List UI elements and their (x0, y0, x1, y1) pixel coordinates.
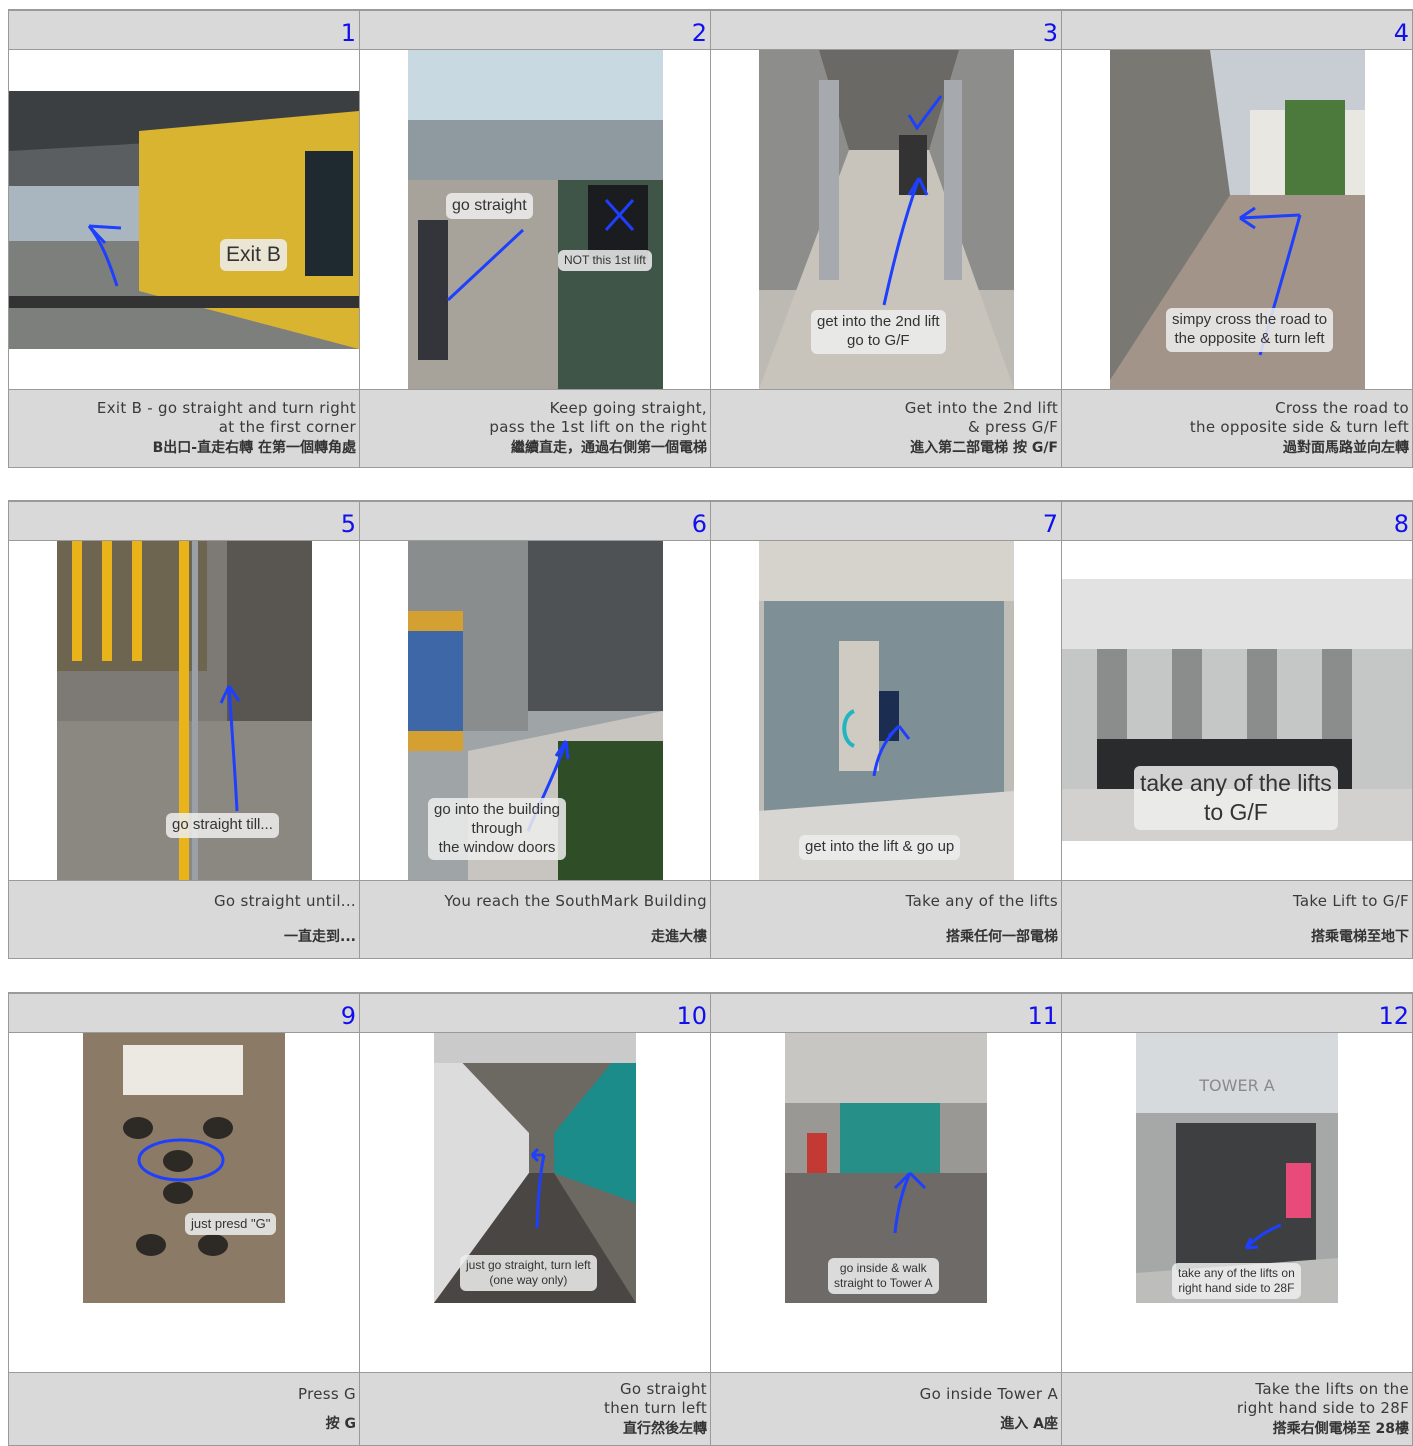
caption-english: Take the lifts on the right hand side to… (1236, 1379, 1409, 1417)
step-photo-cell: just go straight, turn left (one way onl… (359, 1032, 711, 1373)
photo-label: get into the 2nd lift go to G/F (811, 310, 946, 354)
step-number: 1 (8, 9, 360, 50)
step-photo-cell: go straight till... (8, 540, 360, 881)
caption-chinese: 過對面馬路並向左轉 (1283, 440, 1409, 456)
step-photo-cell: get into the lift & go up (710, 540, 1062, 881)
step-number: 4 (1061, 9, 1413, 50)
caption-chinese: 進入第二部電梯 按 G/F (910, 440, 1058, 456)
step-number: 2 (359, 9, 711, 50)
lift-panel-photo (83, 1033, 285, 1303)
step-photo-cell: Exit B (8, 49, 360, 390)
step-number: 5 (8, 500, 360, 541)
step-number: 9 (8, 992, 360, 1033)
step-number: 8 (1061, 500, 1413, 541)
caption-english: Exit B - go straight and turn right at t… (96, 399, 356, 436)
caption-english: Go straight then turn left (604, 1379, 707, 1417)
photo-label: take any of the lifts to G/F (1134, 766, 1338, 830)
step-caption: Cross the road to the opposite side & tu… (1061, 389, 1413, 468)
photo-label: simpy cross the road to the opposite & t… (1166, 308, 1334, 352)
caption-chinese: 搭乘電梯至地下 (1311, 929, 1409, 945)
step-number: 10 (359, 992, 711, 1033)
photo-label: NOT this 1st lift (558, 250, 652, 271)
caption-english: Take Lift to G/F (1292, 892, 1409, 910)
caption-english: You reach the SouthMark Building (444, 892, 707, 910)
step-caption: Take any of the lifts 搭乘任何一部電梯 (710, 880, 1062, 959)
photo-label: get into the lift & go up (799, 835, 961, 860)
caption-english: Get into the 2nd lift & press G/F (904, 399, 1058, 436)
caption-english: Go straight until... (213, 892, 356, 910)
lobby-entrance-photo (759, 541, 1014, 880)
step-photo-cell: go straight NOT this 1st lift (359, 49, 711, 390)
caption-chinese: 一直走到... (284, 929, 356, 945)
walkway-photo (408, 50, 663, 389)
caption-english: Keep going straight, pass the 1st lift o… (489, 399, 707, 436)
step-number: 6 (359, 500, 711, 541)
caption-chinese: 繼續直走，通過右側第一個電梯 (511, 440, 707, 456)
step-number: 11 (710, 992, 1062, 1033)
step-caption: Keep going straight, pass the 1st lift o… (359, 389, 711, 468)
caption-chinese: 搭乘任何一部電梯 (946, 929, 1058, 945)
step-caption: Take the lifts on the right hand side to… (1061, 1372, 1413, 1446)
step-number: 12 (1061, 992, 1413, 1033)
step-caption: Take Lift to G/F 搭乘電梯至地下 (1061, 880, 1413, 959)
caption-chinese: 進入 A座 (1000, 1415, 1058, 1432)
caption-english: Press G (298, 1384, 356, 1403)
step-caption: Exit B - go straight and turn right at t… (8, 389, 360, 468)
step-caption: You reach the SouthMark Building 走進大樓 (359, 880, 711, 959)
photo-label: go inside & walk straight to Tower A (828, 1258, 939, 1294)
caption-chinese: 走進大樓 (651, 929, 707, 945)
step-caption: Go straight then turn left 直行然後左轉 (359, 1372, 711, 1446)
caption-english: Cross the road to the opposite side & tu… (1189, 399, 1409, 436)
caption-english: Take any of the lifts (905, 892, 1058, 910)
step-photo-cell: take any of the lifts to G/F (1061, 540, 1413, 881)
photo-label: take any of the lifts on right hand side… (1172, 1263, 1301, 1299)
step-caption: Get into the 2nd lift & press G/F 進入第二部電… (710, 389, 1062, 468)
step-photo-cell: just presd "G" (8, 1032, 360, 1373)
step-photo-cell: get into the 2nd lift go to G/F (710, 49, 1062, 390)
step-photo-cell: go into the building through the window … (359, 540, 711, 881)
caption-chinese: 搭乘右側電梯至 28樓 (1272, 1420, 1409, 1437)
photo-label: just presd "G" (185, 1213, 277, 1236)
station-exit-photo (9, 91, 359, 349)
photo-label: go straight till... (166, 813, 279, 838)
caption-chinese: 按 G (325, 1415, 356, 1432)
step-row-1: 1 2 3 4 Exit B go straight NOT this 1st … (8, 9, 1413, 468)
caption-chinese: B出口-直走右轉 在第一個轉角處 (152, 440, 356, 456)
photo-label: just go straight, turn left (one way onl… (460, 1255, 597, 1291)
caption-chinese: 直行然後左轉 (623, 1420, 707, 1437)
photo-label: go straight (446, 193, 533, 219)
step-caption: Go straight until... 一直走到... (8, 880, 360, 959)
photo-label: Exit B (220, 239, 287, 272)
step-caption: Press G 按 G (8, 1372, 360, 1446)
step-number: 7 (710, 500, 1062, 541)
step-row-2: 5 6 7 8 go straight till... go into the … (8, 500, 1413, 959)
step-row-3: 9 10 11 12 just presd "G" just go straig… (8, 992, 1413, 1446)
step-number: 3 (710, 9, 1062, 50)
tower-sign: TOWER A (1198, 1076, 1275, 1095)
step-photo-cell: TOWER A take any of the lifts on right h… (1061, 1032, 1413, 1373)
photo-label: go into the building through the window … (428, 798, 566, 861)
step-caption: Go inside Tower A 進入 A座 (710, 1372, 1062, 1446)
step-photo-cell: simpy cross the road to the opposite & t… (1061, 49, 1413, 390)
step-photo-cell: go inside & walk straight to Tower A (710, 1032, 1062, 1373)
caption-english: Go inside Tower A (919, 1384, 1058, 1403)
